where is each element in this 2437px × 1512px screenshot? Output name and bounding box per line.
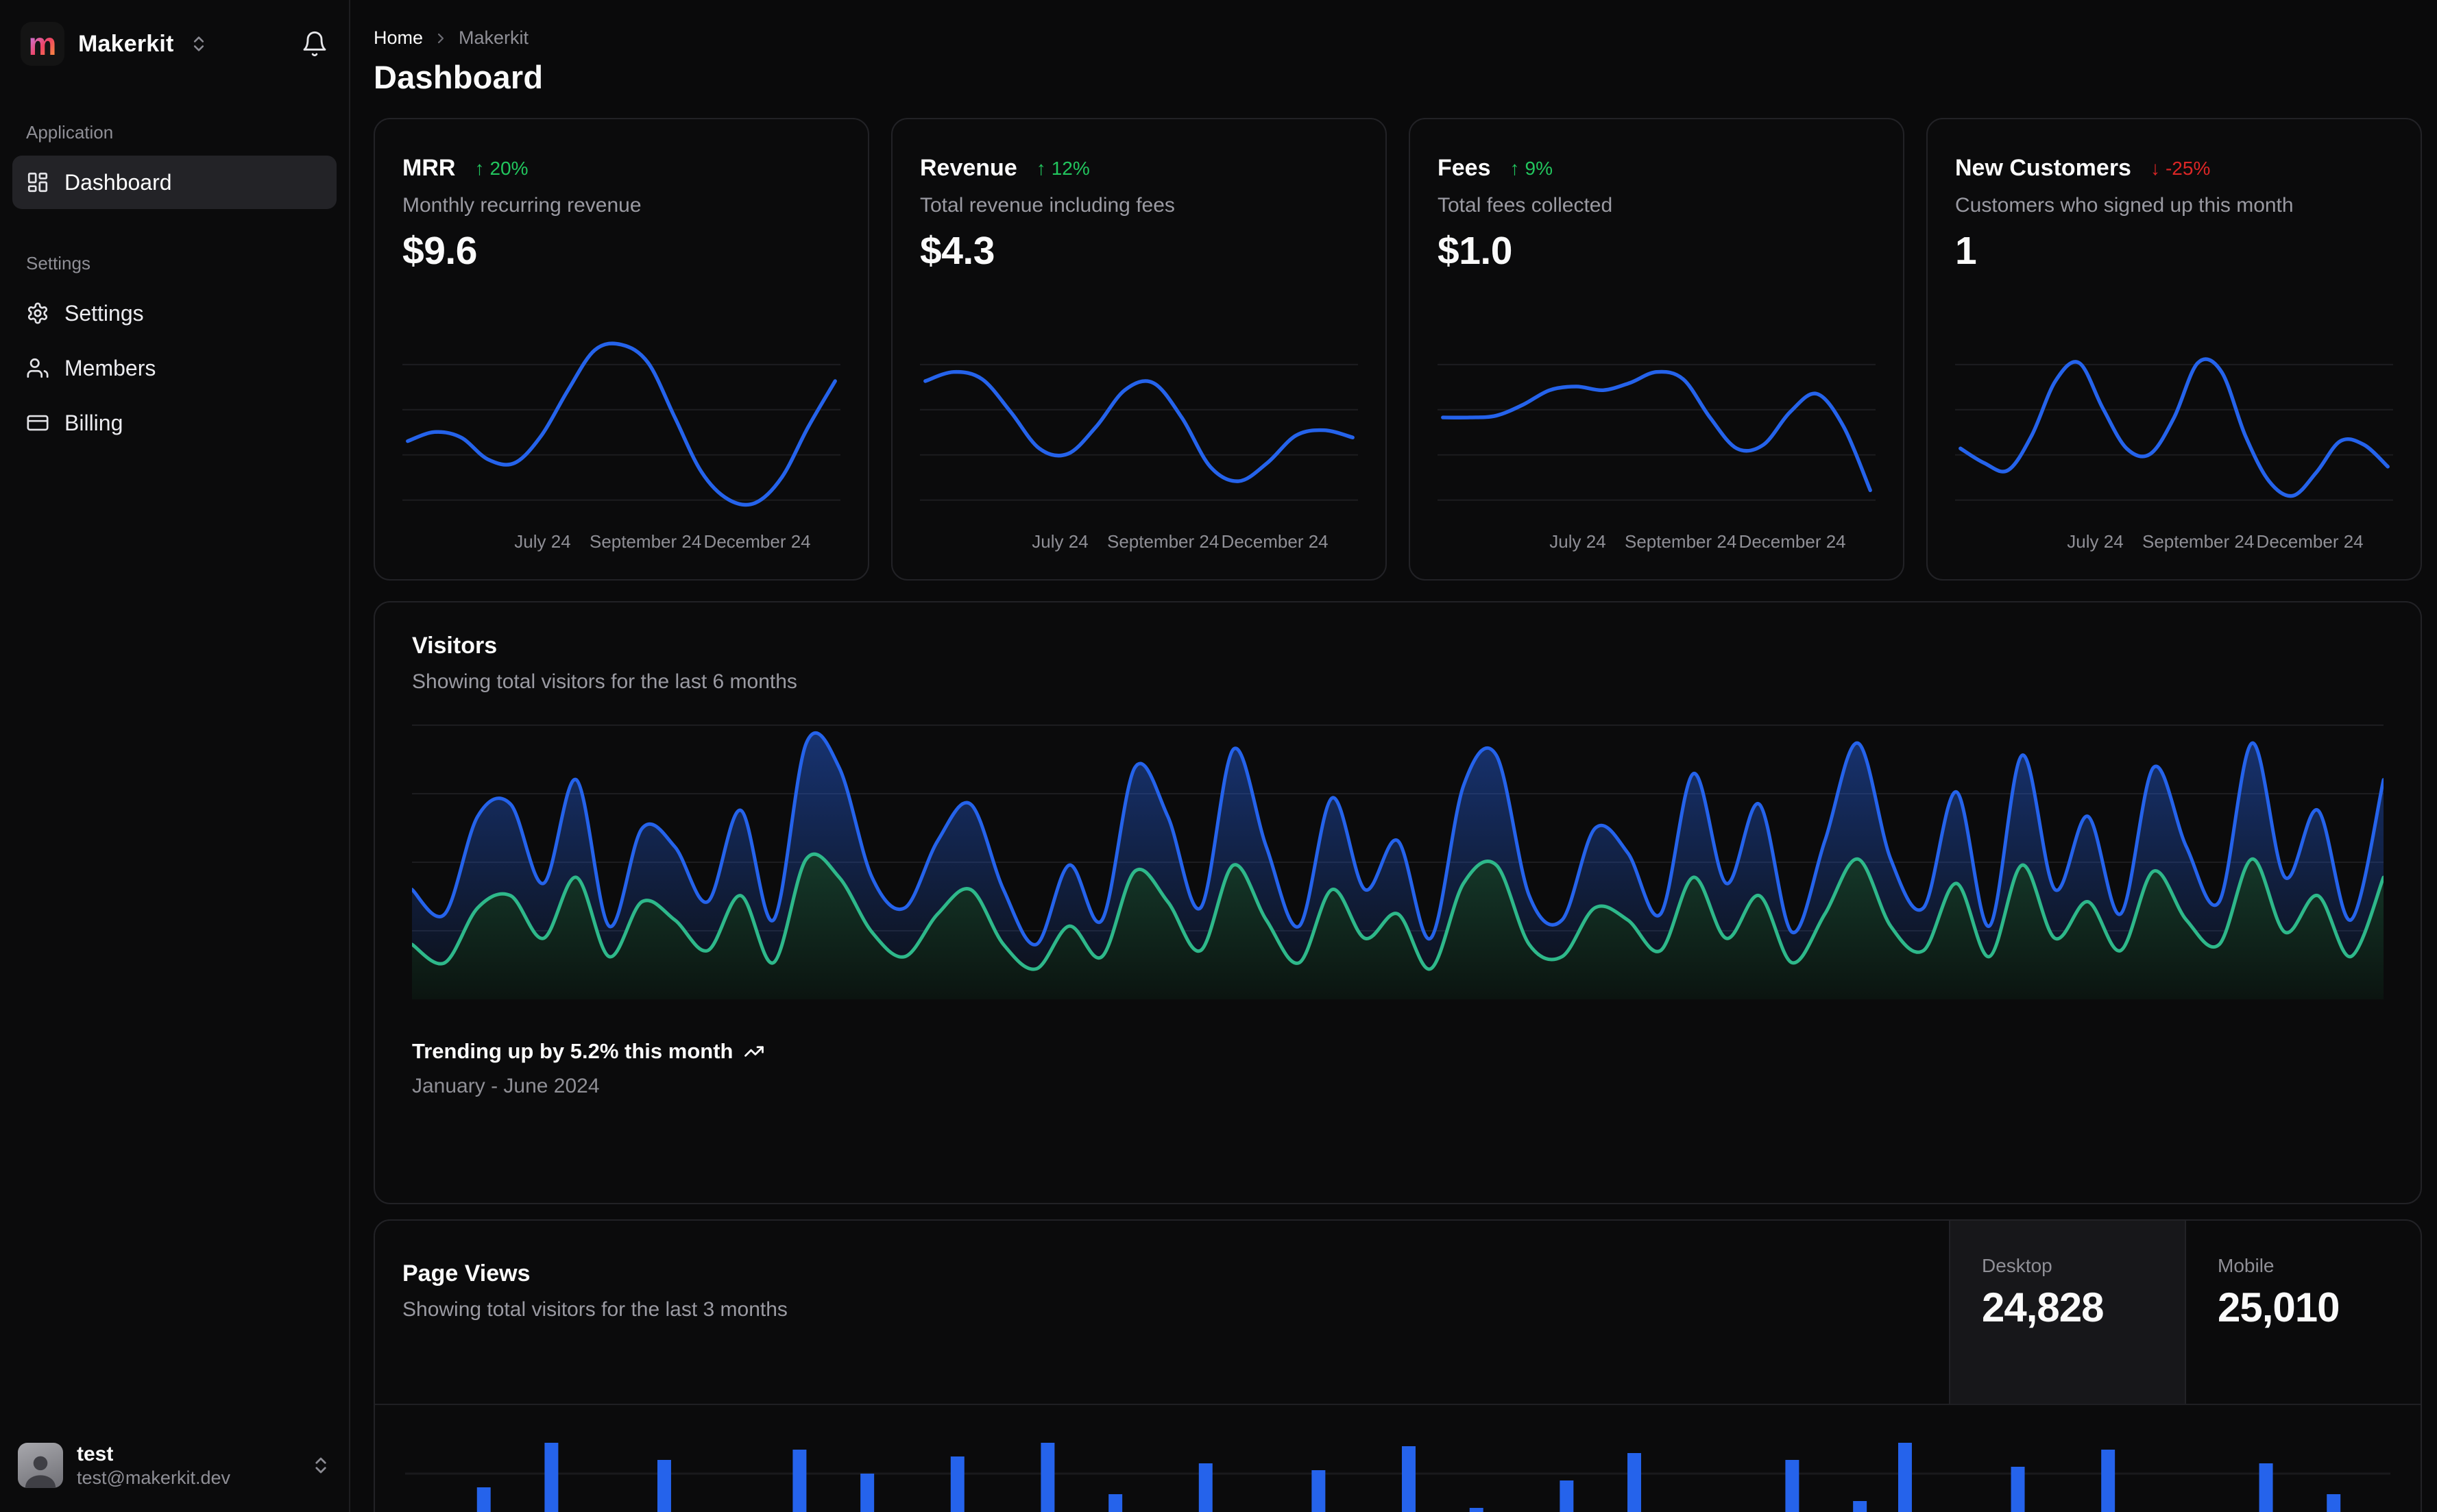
stat-title: MRR bbox=[402, 155, 456, 181]
logo-letter: m bbox=[28, 26, 57, 62]
x-tick: December 24 bbox=[703, 531, 811, 552]
toggle-value: 25,010 bbox=[2218, 1284, 2340, 1330]
x-tick: July 24 bbox=[514, 531, 571, 552]
breadcrumb: Home Makerkit bbox=[374, 27, 2422, 49]
x-tick: December 24 bbox=[1738, 531, 1846, 552]
workspace-switcher[interactable]: m Makerkit bbox=[12, 18, 337, 70]
toggle-label: Desktop bbox=[1982, 1255, 2052, 1276]
stat-description: Total fees collected bbox=[1438, 194, 1613, 217]
toggle-value: 24,828 bbox=[1982, 1284, 2105, 1330]
pageviews-card: Page Views Showing total visitors for th… bbox=[374, 1219, 2422, 1512]
sidebar-item-billing[interactable]: Billing bbox=[12, 396, 337, 450]
stat-card-mrr: MRR ↑ 20% Monthly recurring revenue $9.6 … bbox=[374, 118, 869, 581]
trend-badge: ↑ 20% bbox=[474, 157, 529, 179]
x-tick: July 24 bbox=[2067, 531, 2124, 552]
visitors-area-chart bbox=[412, 724, 2384, 999]
x-tick: September 24 bbox=[1106, 531, 1220, 552]
sparkline-chart: July 24 September 24 December 24 bbox=[1438, 319, 1876, 560]
stat-value: $9.6 bbox=[402, 229, 477, 273]
x-tick: July 24 bbox=[1032, 531, 1089, 552]
stat-cards-row: MRR ↑ 20% Monthly recurring revenue $9.6 … bbox=[374, 118, 2422, 581]
trending-up-icon bbox=[744, 1041, 764, 1062]
stat-value: $4.3 bbox=[920, 229, 995, 273]
dashboard-icon bbox=[26, 171, 49, 194]
visitors-subtitle: Showing total visitors for the last 6 mo… bbox=[412, 670, 797, 693]
stat-value: 1 bbox=[1955, 229, 1977, 273]
toggle-mobile[interactable]: Mobile 25,010 bbox=[2185, 1221, 2421, 1404]
x-tick: September 24 bbox=[1624, 531, 1737, 552]
section-label-application: Application bbox=[26, 122, 114, 143]
main-content: Home Makerkit Dashboard MRR ↑ 20% Monthly… bbox=[350, 0, 2437, 1512]
bell-icon[interactable] bbox=[301, 30, 328, 58]
pageviews-title: Page Views bbox=[402, 1260, 531, 1287]
x-tick: July 24 bbox=[1549, 531, 1606, 552]
trend-badge: ↑ 12% bbox=[1036, 157, 1090, 179]
toggle-label: Mobile bbox=[2218, 1255, 2275, 1276]
x-tick: September 24 bbox=[589, 531, 702, 552]
stat-title: Revenue bbox=[920, 155, 1017, 181]
chevrons-up-down-icon bbox=[189, 34, 208, 53]
workspace-name: Makerkit bbox=[78, 30, 174, 57]
sidebar-item-settings[interactable]: Settings bbox=[12, 286, 337, 340]
sparkline-x-axis: July 24 September 24 December 24 bbox=[1438, 531, 1876, 560]
sidebar-item-label: Members bbox=[64, 355, 156, 380]
arrow-up-icon: ↑ bbox=[1510, 157, 1520, 179]
sparkline-chart: July 24 September 24 December 24 bbox=[1955, 319, 2393, 560]
visitors-date-range: January - June 2024 bbox=[412, 1075, 600, 1097]
stat-card-revenue: Revenue ↑ 12% Total revenue including fee… bbox=[891, 118, 1387, 581]
trend-badge: ↓ -25% bbox=[2150, 157, 2211, 179]
visitors-footer-title: Trending up by 5.2% this month bbox=[412, 1039, 733, 1063]
arrow-down-icon: ↓ bbox=[2150, 157, 2160, 179]
pageviews-subtitle: Showing total visitors for the last 3 mo… bbox=[402, 1298, 788, 1321]
pageviews-bar-chart bbox=[375, 1404, 2421, 1512]
trend-badge: ↑ 9% bbox=[1510, 157, 1553, 179]
sparkline-x-axis: July 24 September 24 December 24 bbox=[920, 531, 1358, 560]
sparkline-chart: July 24 September 24 December 24 bbox=[920, 319, 1358, 560]
makerkit-logo: m bbox=[21, 22, 64, 66]
breadcrumb-home-link[interactable]: Home bbox=[374, 27, 423, 49]
section-label-settings: Settings bbox=[26, 253, 90, 273]
users-icon bbox=[26, 356, 49, 380]
sparkline-chart: July 24 September 24 December 24 bbox=[402, 319, 840, 560]
stat-description: Customers who signed up this month bbox=[1955, 194, 2294, 217]
stat-card-new-customers: New Customers ↓ -25% Customers who signed… bbox=[1926, 118, 2422, 581]
gear-icon bbox=[26, 302, 49, 325]
arrow-up-icon: ↑ bbox=[1036, 157, 1046, 179]
x-tick: December 24 bbox=[2256, 531, 2364, 552]
breadcrumb-current: Makerkit bbox=[459, 27, 529, 48]
x-tick: December 24 bbox=[1221, 531, 1329, 552]
stat-title: Fees bbox=[1438, 155, 1491, 181]
stat-value: $1.0 bbox=[1438, 229, 1512, 273]
sidebar-item-dashboard[interactable]: Dashboard bbox=[12, 156, 337, 209]
stat-card-fees: Fees ↑ 9% Total fees collected $1.0 July … bbox=[1409, 118, 1904, 581]
sidebar-item-members[interactable]: Members bbox=[12, 341, 337, 395]
stat-description: Total revenue including fees bbox=[920, 194, 1175, 217]
user-email: test@makerkit.dev bbox=[77, 1467, 230, 1489]
sidebar-item-label: Settings bbox=[64, 300, 144, 326]
user-menu[interactable]: test test@makerkit.dev bbox=[10, 1435, 339, 1497]
chevron-right-icon bbox=[433, 30, 449, 47]
credit-card-icon bbox=[26, 411, 49, 435]
visitors-card: Visitors Showing total visitors for the … bbox=[374, 601, 2422, 1204]
sidebar-item-label: Dashboard bbox=[64, 169, 172, 195]
visitors-title: Visitors bbox=[412, 633, 498, 659]
stat-title: New Customers bbox=[1955, 155, 2131, 181]
sparkline-x-axis: July 24 September 24 December 24 bbox=[402, 531, 840, 560]
sidebar: m Makerkit Application Dashboard Setting… bbox=[0, 0, 350, 1512]
avatar bbox=[18, 1443, 63, 1489]
stat-description: Monthly recurring revenue bbox=[402, 194, 642, 217]
toggle-desktop[interactable]: Desktop 24,828 bbox=[1949, 1221, 2185, 1404]
page-title: Dashboard bbox=[374, 59, 544, 95]
chevrons-up-down-icon bbox=[311, 1455, 331, 1476]
user-name: test bbox=[77, 1442, 114, 1465]
sidebar-item-label: Billing bbox=[64, 410, 123, 435]
x-tick: September 24 bbox=[2142, 531, 2255, 552]
arrow-up-icon: ↑ bbox=[474, 157, 485, 179]
sparkline-x-axis: July 24 September 24 December 24 bbox=[1955, 531, 2393, 560]
